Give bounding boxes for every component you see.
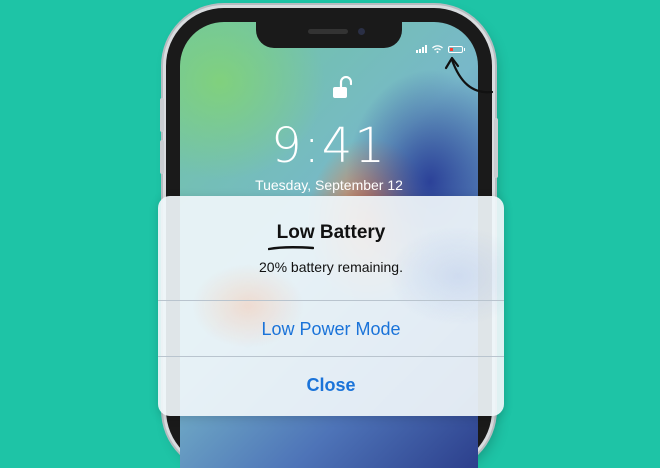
side-button-right <box>494 118 498 178</box>
side-button-left-2 <box>160 140 164 174</box>
speaker <box>308 29 348 34</box>
low-power-mode-button[interactable]: Low Power Mode <box>158 302 504 356</box>
side-button-left <box>160 98 164 132</box>
annotation-arrow-icon <box>444 56 494 94</box>
close-button[interactable]: Close <box>158 358 504 412</box>
annotation-underline <box>268 246 314 251</box>
unlocked-padlock-icon <box>333 76 352 98</box>
low-battery-alert: Low Battery 20% battery remaining. Low P… <box>158 196 504 416</box>
lock-screen-time: 9:41 <box>271 118 387 174</box>
alert-divider <box>158 356 504 357</box>
alert-message: 20% battery remaining. <box>259 259 403 275</box>
notch <box>256 22 402 48</box>
lock-screen-date: Tuesday, September 12 <box>255 177 403 193</box>
signal-icon <box>416 45 427 53</box>
alert-divider <box>158 300 504 301</box>
alert-title: Low Battery <box>276 222 386 243</box>
battery-level <box>450 47 454 51</box>
front-camera <box>358 28 365 35</box>
